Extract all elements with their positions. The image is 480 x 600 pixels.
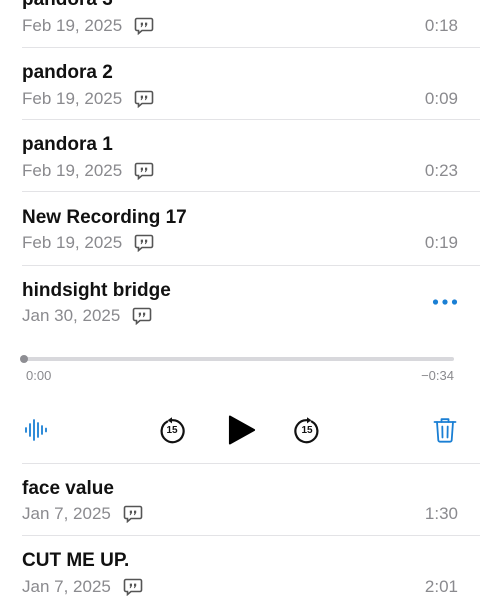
recording-title: pandora 2 xyxy=(22,62,113,83)
recording-meta: Jan 7, 2025 xyxy=(22,577,143,597)
recording-meta: Feb 19, 2025 xyxy=(22,16,154,36)
recording-meta: Jan 7, 2025 xyxy=(22,504,143,524)
recording-title: CUT ME UP. xyxy=(22,550,130,571)
recording-title: pandora 3 xyxy=(22,0,113,11)
recording-date: Feb 19, 2025 xyxy=(22,89,123,108)
play-icon[interactable] xyxy=(228,414,256,446)
recording-title: hindsight bridge xyxy=(22,280,171,301)
recording-title: New Recording 17 xyxy=(22,207,187,228)
waveform-icon[interactable] xyxy=(24,418,48,442)
recording-duration: 0:23 xyxy=(424,161,458,180)
transcript-icon xyxy=(134,90,154,108)
scrubber-knob[interactable] xyxy=(20,355,28,363)
skip-back-label: 15 xyxy=(166,425,178,436)
transcript-icon xyxy=(134,234,154,252)
recording-date: Jan 30, 2025 xyxy=(22,306,121,325)
recording-date: Jan 7, 2025 xyxy=(22,577,111,596)
recording-date: Jan 7, 2025 xyxy=(22,504,111,523)
recording-date: Feb 19, 2025 xyxy=(22,161,123,180)
skip-forward-label: 15 xyxy=(301,425,313,436)
transcript-icon xyxy=(134,162,154,180)
recording-date: Feb 19, 2025 xyxy=(22,233,123,252)
transcript-icon xyxy=(123,578,143,596)
list-item[interactable]: CUT ME UP. Jan 7, 2025 2:01 xyxy=(0,536,480,600)
list-item[interactable]: pandora 3 Feb 19, 2025 0:18 xyxy=(0,0,480,48)
transcript-icon xyxy=(123,505,143,523)
remaining-time: −0:34 xyxy=(421,368,454,383)
recording-duration: 0:18 xyxy=(424,16,458,35)
recording-title: face value xyxy=(22,478,114,499)
list-item[interactable]: pandora 1 Feb 19, 2025 0:23 xyxy=(0,120,480,192)
more-icon[interactable] xyxy=(432,298,458,306)
recording-duration: 2:01 xyxy=(424,577,458,596)
recording-title: pandora 1 xyxy=(22,134,113,155)
list-item[interactable]: face value Jan 7, 2025 1:30 xyxy=(0,464,480,536)
elapsed-time: 0:00 xyxy=(26,368,52,383)
recording-meta: Feb 19, 2025 xyxy=(22,233,154,253)
recording-duration: 1:30 xyxy=(424,504,458,523)
recording-meta: Feb 19, 2025 xyxy=(22,89,154,109)
playback-scrubber[interactable] xyxy=(24,357,454,361)
skip-back-15-button[interactable]: 15 xyxy=(158,417,186,445)
recording-duration: 0:19 xyxy=(424,233,458,252)
skip-forward-15-button[interactable]: 15 xyxy=(293,417,321,445)
recording-duration: 0:09 xyxy=(424,89,458,108)
recording-date: Feb 19, 2025 xyxy=(22,16,123,35)
transcript-icon[interactable] xyxy=(132,307,152,325)
recording-meta: Feb 19, 2025 xyxy=(22,161,154,181)
transcript-icon xyxy=(134,17,154,35)
list-item[interactable]: pandora 2 Feb 19, 2025 0:09 xyxy=(0,48,480,120)
trash-icon[interactable] xyxy=(433,417,457,443)
recording-meta: Jan 30, 2025 xyxy=(22,306,152,326)
list-item[interactable]: New Recording 17 Feb 19, 2025 0:19 xyxy=(0,192,480,266)
expanded-recording: hindsight bridge Jan 30, 2025 0:00 −0:34… xyxy=(0,266,480,464)
